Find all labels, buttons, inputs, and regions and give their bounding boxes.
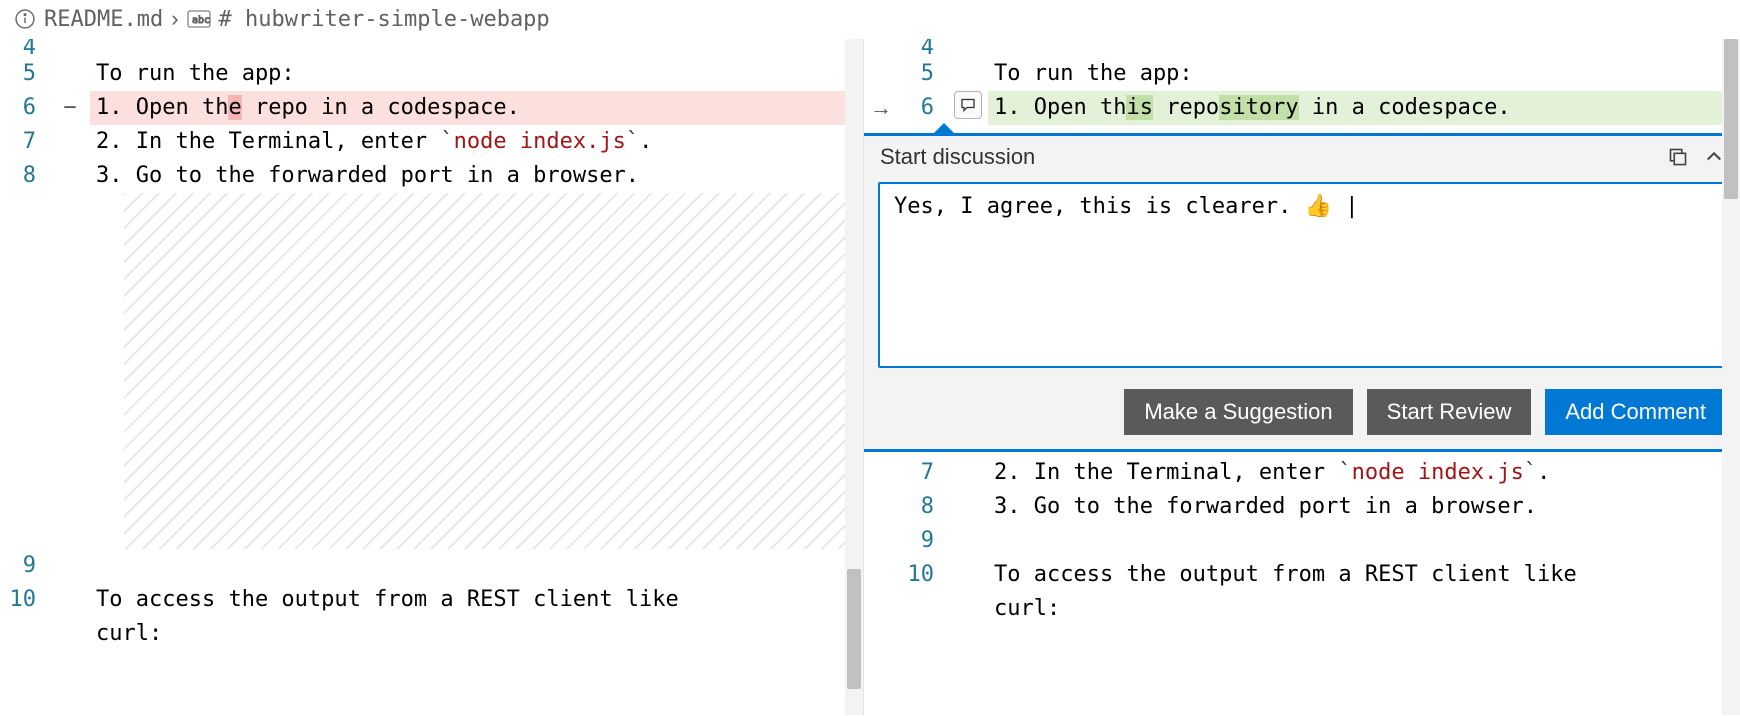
- code-row: 4: [864, 39, 1740, 57]
- scrollbar-thumb[interactable]: [847, 569, 861, 689]
- code-row: 9: [0, 549, 863, 583]
- breadcrumb-file[interactable]: README.md: [44, 7, 163, 32]
- code-row-added: → 6 1. Open this repository in a codespa…: [864, 91, 1740, 125]
- comment-icon: [960, 97, 976, 113]
- diff-pane-modified: 4 5 To run the app: → 6 1. Open this rep…: [864, 39, 1740, 715]
- add-comment-button[interactable]: Add Comment: [1545, 389, 1726, 435]
- symbol-string-icon: abc: [187, 10, 211, 28]
- chevron-right-icon: ›: [171, 6, 178, 32]
- scrollbar-vertical[interactable]: [1722, 39, 1740, 715]
- chevron-up-icon[interactable]: [1704, 147, 1724, 167]
- breadcrumb: README.md › abc # hubwriter-simple-webap…: [0, 0, 1740, 39]
- scrollbar-vertical[interactable]: [845, 39, 863, 715]
- add-comment-button[interactable]: [954, 91, 982, 119]
- diff-gap-indicator: [124, 193, 863, 549]
- code-row: 5 To run the app:: [864, 57, 1740, 91]
- code-row: curl:: [0, 617, 863, 651]
- line-number: 10: [0, 583, 50, 617]
- code-row: curl:: [864, 592, 1740, 626]
- make-suggestion-button[interactable]: Make a Suggestion: [1124, 389, 1352, 435]
- arrow-right-icon: →: [864, 91, 898, 125]
- code-row: 8 3. Go to the forwarded port in a brows…: [864, 490, 1740, 524]
- line-number: 5: [898, 57, 948, 91]
- code-row: 8 3. Go to the forwarded port in a brows…: [0, 159, 863, 193]
- line-number: 10: [898, 558, 948, 592]
- comment-input[interactable]: [878, 182, 1726, 368]
- breadcrumb-heading[interactable]: # hubwriter-simple-webapp: [219, 7, 550, 32]
- line-number: 8: [0, 159, 50, 193]
- info-icon: [14, 8, 36, 30]
- code-row: 10 To access the output from a REST clie…: [0, 583, 863, 617]
- code-row-deleted: 6 − 1. Open the repo in a codespace.: [0, 91, 863, 125]
- line-number: 9: [0, 549, 50, 583]
- code-row: 10 To access the output from a REST clie…: [864, 558, 1740, 592]
- code-row: 7 2. In the Terminal, enter `node index.…: [0, 125, 863, 159]
- start-review-button[interactable]: Start Review: [1367, 389, 1532, 435]
- line-number: 6: [0, 91, 50, 125]
- line-number: 7: [898, 456, 948, 490]
- discussion-title: Start discussion: [880, 144, 1035, 170]
- line-number: 4: [898, 39, 948, 57]
- diff-pane-original: 4 5 To run the app: 6 − 1. Open the repo…: [0, 39, 864, 715]
- expand-icon[interactable]: [1668, 147, 1688, 167]
- scrollbar-thumb[interactable]: [1724, 39, 1738, 199]
- line-number: 6: [898, 91, 948, 125]
- code-row: 4: [0, 39, 863, 57]
- line-number: 9: [898, 524, 948, 558]
- code-row: 9: [864, 524, 1740, 558]
- code-row: 5 To run the app:: [0, 57, 863, 91]
- line-number: 8: [898, 490, 948, 524]
- code-row: 7 2. In the Terminal, enter `node index.…: [864, 456, 1740, 490]
- line-number: 4: [0, 39, 50, 57]
- line-number: 5: [0, 57, 50, 91]
- discussion-panel: Start discussion Make a Suggestion Start…: [864, 133, 1740, 452]
- line-number: 7: [0, 125, 50, 159]
- svg-text:abc: abc: [192, 15, 210, 26]
- minus-icon: −: [63, 91, 76, 125]
- diff-container: 4 5 To run the app: 6 − 1. Open the repo…: [0, 39, 1740, 715]
